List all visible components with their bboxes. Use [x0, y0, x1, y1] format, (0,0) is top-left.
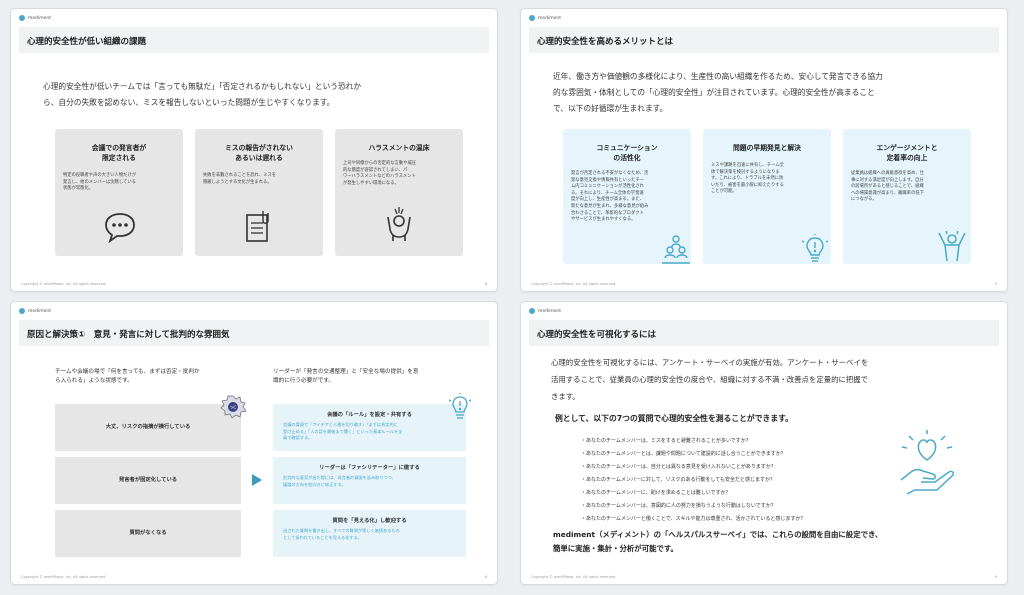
- bottom-note: mediment（メディメント）の「ヘルスパルスサーベイ」では、これらの設問を自…: [553, 530, 883, 553]
- solution-text: 批判的な意見が出た際には、発言者の意図を汲み取りつつ、 議論の方向を前向きに修正す…: [283, 475, 396, 487]
- brand-mark-icon: [529, 308, 535, 314]
- slide-thumbnail-2[interactable]: mediment 心理的安全性を高めるメリットとは 近年、働き方や価値観の多様化…: [520, 8, 1008, 292]
- lightbulb-icon: [448, 393, 472, 419]
- card-text: 発言が否定される不安がなくなため、活 発な意見交換や情報共有といったチー ム内コミュ…: [571, 171, 649, 223]
- team-pyramid-icon: [662, 235, 690, 264]
- slide-thumbnail-3[interactable]: mediment 原因と解決策① 意見・発言に対して批判的な雰囲気 チームや会議…: [10, 301, 498, 585]
- merit-card: コミュニケーション の活性化 発言が否定される不安がなくなため、活 発な意見交換や…: [563, 129, 691, 264]
- survey-question: ・あなたのチームメンバーに対して、リスクのある行動をしても安全だと感じますか？: [581, 477, 776, 483]
- document-clip-icon: [246, 211, 269, 242]
- survey-question: ・あなたのチームメンバーは、自分とは異なる意見を受け入れないことがありますか？: [581, 464, 776, 470]
- brand-mark-icon: [19, 308, 25, 314]
- merit-card: エンゲージメントと 定着率の向上 従業員は組織への貢献意欲を高め、仕 事に対する満…: [843, 129, 971, 264]
- card-title: の活性化: [613, 154, 641, 162]
- survey-question: ・あなたのチームメンバーと働くことで、スキルや能力は尊重され、活かされていると感…: [581, 516, 806, 522]
- solution-text: 会議の冒頭で「アイデアと人格を切り離す」「まずは肯定的に 受け止める」「人の話を最…: [283, 422, 403, 440]
- solution-intro: リーダーが「発言の交通整理」と「安全な場の提供」を意 識的に行う必要がです。: [273, 369, 419, 384]
- lightbulb-icon: [801, 234, 829, 262]
- body-line: 近年、働き方や価値観の多様化により、生産性の高い組織を作るため、安心して発言でき…: [553, 72, 883, 81]
- brand-logo: mediment: [529, 308, 561, 314]
- body-line: 的な雰囲気・体制としての「心理的安全性」が注目されています。心理的安全性が高まる…: [553, 88, 875, 97]
- card-title: 問題の早期発見と解決: [733, 144, 801, 152]
- card-text: 失敗を非難されることを恐れ、ミスを 隠蔽しようとする文化が生まれる。: [203, 173, 277, 185]
- solution-title: 会議の「ルール」を設定・共有する: [327, 412, 412, 418]
- survey-question: ・あなたのチームメンバーとは、課題や問題について建設的に話し合うことができますか…: [581, 451, 786, 457]
- brand-mark-icon: [529, 15, 535, 21]
- brand-logo: mediment: [19, 308, 51, 314]
- problem-box: 質問がなくなる: [55, 510, 241, 557]
- page-number: 8: [484, 575, 487, 579]
- body-line: 心理的安全性を可視化するには、アンケート・サーベイの実施が有効。アンケート・サー…: [551, 358, 869, 367]
- slide-title: 心理的安全性が低い組織の課題: [27, 37, 147, 47]
- solution-box: 会議の「ルール」を設定・共有する 会議の冒頭で「アイデアと人格を切り離す」「まず…: [273, 404, 466, 451]
- speech-bubble-icon: [105, 213, 135, 243]
- slide-body: 近年、働き方や価値観の多様化により、生産性の高い組織を作るため、安心して発言でき…: [553, 69, 883, 117]
- slide-title: 心理的安全性を高めるメリットとは: [537, 37, 674, 47]
- heart-in-hand-icon: [900, 430, 954, 495]
- slide-title: 原因と解決策① 意見・発言に対して批判的な雰囲気: [27, 330, 230, 340]
- card-title: 定着率の向上: [886, 154, 928, 162]
- body-line: 心理的安全性が低いチームでは「言っても無駄だ」「否定されるかもしれない」という恐…: [43, 82, 362, 91]
- brand-name: mediment: [28, 15, 52, 21]
- slide-title: 心理的安全性を可視化するには: [537, 330, 657, 340]
- brand-name: mediment: [538, 308, 562, 314]
- survey-question: ・あなたのチームメンバーに、助けを求めることは難しいですか？: [581, 490, 731, 496]
- card-title: エンゲージメントと: [876, 144, 938, 152]
- page-number: 9: [994, 282, 997, 286]
- copyright: Copyright © mediPhone, Inc. All rights r…: [531, 282, 617, 286]
- slide-body: 心理的安全性が低いチームでは「言っても無駄だ」「否定されるかもしれない」という恐…: [43, 79, 361, 111]
- problem-intro: チームや会議の場で「何を言っても、まずは否定・批判か ら入られる」ような状態です。: [55, 369, 200, 384]
- card-text: 上司や同僚からの否定的な言動や威圧 的な態度が容認されてしまい、パ ワーハラスメント…: [343, 161, 417, 186]
- card-text: 従業員は組織への貢献意欲を高め、仕 事に対する満足度が向上します。自分 の居場所があ…: [851, 171, 925, 203]
- brand-name: mediment: [538, 15, 562, 21]
- card-title: ミスの報告がされない: [225, 144, 293, 152]
- slide-header: 心理的安全性を高めるメリットとは: [529, 27, 999, 53]
- angry-bubble-icon: [220, 395, 247, 419]
- body-line: で、以下の好循環が生まれます。: [553, 104, 668, 113]
- card-title: 限定される: [102, 154, 136, 162]
- body-line: きます。: [551, 392, 580, 401]
- merit-card: 問題の早期発見と解決 ミスや課題を迅速に共有し、チーム全 体で解決策を検討するよう…: [703, 129, 831, 264]
- page-number: 9: [994, 575, 997, 579]
- slide-header: 心理的安全性を可視化するには: [529, 320, 999, 346]
- solution-text: 出された質問を書き出し、すべての質問が等しく価値あるもの として扱われていることを…: [283, 528, 400, 540]
- body-line: ら、自分の失敗を認めない、ミスを報告しないといった問題が生じやすくなります。: [43, 98, 335, 107]
- slide-thumbnail-1[interactable]: mediment 心理的安全性が低い組織の課題 心理的安全性が低いチームでは「言…: [10, 8, 498, 292]
- copyright: Copyright © mediPhone, Inc. All rights r…: [21, 575, 107, 579]
- card-title: ハラスメントの温床: [368, 144, 430, 152]
- card-title: 会議での発言者が: [91, 144, 147, 152]
- slide-header: 心理的安全性が低い組織の課題: [19, 27, 489, 53]
- stressed-person-icon: [387, 207, 411, 241]
- slide-header: 原因と解決策① 意見・発言に対して批判的な雰囲気: [19, 320, 489, 346]
- card-text: 特定の役職者や声の大きい人物だけが 発言し、他のメンバーは沈黙している 状態が常態化…: [63, 173, 137, 192]
- solution-box: リーダーは「ファシリテーター」に徹する 批判的な意見が出た際には、発言者の意図を…: [273, 457, 466, 504]
- issue-card: 会議での発言者が 限定される 特定の役職者や声の大きい人物だけが 発言し、他のメン…: [55, 129, 183, 256]
- brand-name: mediment: [28, 308, 52, 314]
- copyright: Copyright © mediPhone, Inc. All rights r…: [531, 575, 617, 579]
- brand-mark-icon: [19, 15, 25, 21]
- arrow-right-icon: [252, 474, 262, 486]
- card-title: コミュニケーション: [596, 144, 658, 152]
- brand-logo: mediment: [529, 15, 561, 21]
- page-number: 8: [484, 282, 487, 286]
- solution-title: 質問を「見える化」し歓迎する: [332, 518, 407, 524]
- issue-card: ミスの報告がされない あるいは遅れる 失敗を非難されることを恐れ、ミスを 隠蔽しよ…: [195, 129, 323, 256]
- slide-thumbnail-4[interactable]: mediment 心理的安全性を可視化するには 心理的安全性を可視化するには、ア…: [520, 301, 1008, 585]
- survey-lead: 例として、以下の7つの質問で心理的安全性を測ることができます。: [555, 414, 793, 423]
- body-line: 活用することで、従業員の心理的安全性の度合や、組織に対する不満・改善点を定量的に…: [551, 375, 869, 384]
- issue-card: ハラスメントの温床 上司や同僚からの否定的な言動や威圧 的な態度が容認されてしまい…: [335, 129, 463, 256]
- solution-box: 質問を「見える化」し歓迎する 出された質問を書き出し、すべての質問が等しく価値あ…: [273, 510, 466, 557]
- copyright: Copyright © mediPhone, Inc. All rights r…: [21, 282, 107, 286]
- card-text: ミスや課題を迅速に共有し、チーム全 体で解決策を検討するようになりま す。これにより…: [711, 163, 784, 195]
- survey-question: ・あなたのチームメンバーは、ミスをすると避難されることが多いですか？: [581, 438, 751, 444]
- survey-question: ・あなたのチームメンバーは、意図的に人の努力を損なうような行動はしないですか？: [581, 503, 776, 509]
- problem-box: 発言者が固定化している: [55, 457, 241, 504]
- problem-box: 大丈、リスクの指摘が横行している: [55, 404, 241, 451]
- brand-logo: mediment: [19, 15, 51, 21]
- card-title: あるいは遅れる: [235, 154, 283, 162]
- cheering-person-icon: [938, 230, 966, 262]
- slide-body: 心理的安全性を可視化するには、アンケート・サーベイの実施が有効。アンケート・サー…: [551, 354, 868, 405]
- solution-title: リーダーは「ファシリテーター」に徹する: [319, 465, 420, 471]
